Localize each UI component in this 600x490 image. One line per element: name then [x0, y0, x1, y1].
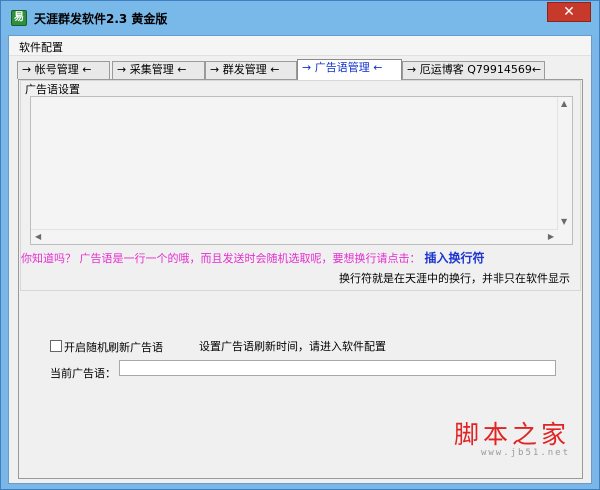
ad-settings-title: 广告语设置	[25, 83, 80, 96]
random-refresh-checkbox[interactable]	[50, 340, 62, 352]
app-window: 易 天涯群发软件2.3 黄金版 ✕ 软件配置 → 帐号管理 ← → 采集管理 ←…	[0, 0, 600, 490]
menu-item-settings[interactable]: 软件配置	[19, 39, 63, 55]
tab-blog[interactable]: → 厄运博客 Q79914569←	[402, 61, 545, 79]
watermark-url: www.jb51.net	[480, 448, 570, 458]
tip-line: 你知道吗？ 广告语是一行一个的哦，而且发送时会随机选取呢，要想换行请点击： 插入换…	[21, 249, 485, 266]
app-icon: 易	[11, 10, 27, 26]
refresh-time-note: 设置广告语刷新时间，请进入软件配置	[199, 340, 386, 353]
insert-linebreak-link[interactable]: 插入换行符	[425, 251, 485, 265]
vertical-scrollbar[interactable]: ▲ ▼	[557, 97, 572, 229]
ad-management-panel: 广告语设置 ▲ ▼ ◀ ▶ 你知道吗？ 广告语是一行一个的哦，而且发送时会随机选…	[18, 79, 583, 479]
scroll-down-icon[interactable]: ▼	[561, 218, 567, 226]
client-area: 软件配置 → 帐号管理 ← → 采集管理 ← → 群发管理 ← → 广告语管理 …	[8, 35, 592, 484]
current-ad-field[interactable]	[119, 360, 556, 376]
linebreak-note: 换行符就是在天涯中的换行，并非只在软件显示	[339, 272, 570, 285]
random-refresh-label[interactable]: 开启随机刷新广告语	[64, 339, 163, 355]
watermark-text: 脚本之家	[453, 420, 570, 449]
window-title: 天涯群发软件2.3 黄金版	[34, 12, 168, 26]
tip-text: 你知道吗？ 广告语是一行一个的哦，而且发送时会随机选取呢，要想换行请点击：	[21, 252, 421, 265]
current-ad-label: 当前广告语：	[50, 367, 116, 380]
title-bar[interactable]: 易 天涯群发软件2.3 黄金版 ✕	[1, 1, 599, 35]
ad-text-area[interactable]: ▲ ▼ ◀ ▶	[30, 96, 573, 245]
scroll-left-icon[interactable]: ◀	[35, 233, 41, 241]
scroll-up-icon[interactable]: ▲	[561, 100, 567, 108]
tab-strip: → 帐号管理 ← → 采集管理 ← → 群发管理 ← → 广告语管理 ← → 厄…	[9, 59, 591, 80]
ad-settings-group: 广告语设置 ▲ ▼ ◀ ▶ 你知道吗？ 广告语是一行一个的哦，而且发送时会随机选…	[20, 80, 581, 291]
tab-mass-send[interactable]: → 群发管理 ←	[205, 61, 297, 79]
horizontal-scrollbar[interactable]: ◀ ▶	[31, 229, 558, 244]
site-watermark: 脚本之家 www.jb51.net	[454, 421, 570, 458]
tab-ad-management[interactable]: → 广告语管理 ←	[297, 59, 402, 80]
menu-bar: 软件配置	[9, 36, 591, 56]
scroll-right-icon[interactable]: ▶	[548, 233, 554, 241]
close-button[interactable]: ✕	[547, 2, 591, 22]
tab-accounts[interactable]: → 帐号管理 ←	[17, 61, 110, 79]
tab-collect[interactable]: → 采集管理 ←	[112, 61, 205, 79]
